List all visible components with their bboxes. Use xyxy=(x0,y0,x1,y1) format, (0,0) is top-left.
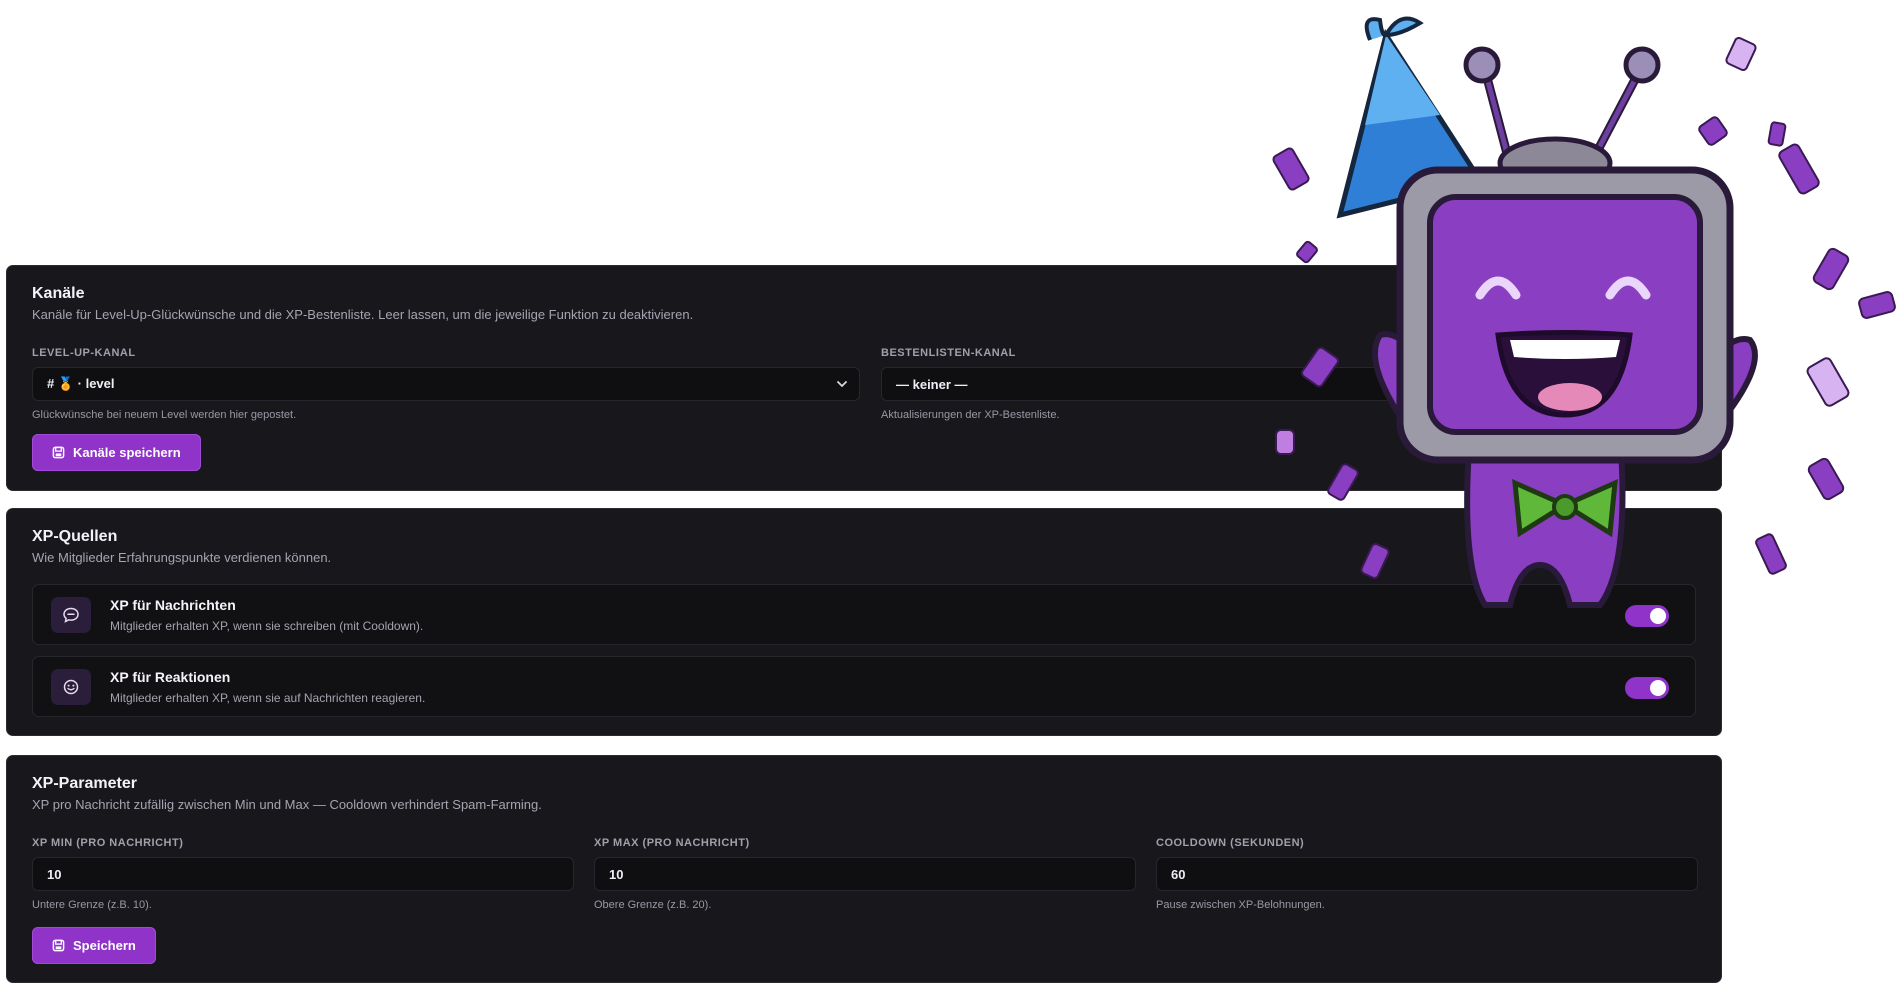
levelup-label: LEVEL-UP-KANAL xyxy=(32,347,136,359)
leaderboard-select-value: — keiner — xyxy=(896,376,968,392)
params-title: XP-Parameter xyxy=(32,775,137,792)
xp-min-input[interactable]: 10 xyxy=(32,857,574,891)
xp-params-card: XP-Parameter XP pro Nachricht zufällig z… xyxy=(6,755,1722,983)
xp-max-label: XP MAX (PRO NACHRICHT) xyxy=(594,837,750,849)
save-channels-button[interactable]: Kanäle speichern xyxy=(32,434,201,471)
cooldown-value: 60 xyxy=(1171,866,1186,882)
smiley-icon xyxy=(51,669,91,705)
levelup-select-value: # 🏅 · level xyxy=(47,376,115,391)
save-params-button[interactable]: Speichern xyxy=(32,927,156,964)
message-bubble-icon xyxy=(51,597,91,633)
xp-max-hint: Obere Grenze (z.B. 20). xyxy=(594,899,712,911)
cooldown-label: COOLDOWN (SEKUNDEN) xyxy=(1156,837,1305,849)
levelup-hint: Glückwünsche bei neuem Level werden hier… xyxy=(32,409,297,421)
xp-max-field: XP MAX (PRO NACHRICHT) 10 Obere Grenze (… xyxy=(594,836,1136,912)
save-icon xyxy=(52,446,65,459)
xp-min-label: XP MIN (PRO NACHRICHT) xyxy=(32,837,184,849)
source-desc-messages: Mitglieder erhalten XP, wenn sie schreib… xyxy=(110,619,424,633)
chevron-down-icon xyxy=(837,381,847,388)
source-title-reactions: XP für Reaktionen xyxy=(110,669,231,685)
cooldown-field: COOLDOWN (SEKUNDEN) 60 Pause zwischen XP… xyxy=(1156,836,1698,912)
cooldown-hint: Pause zwischen XP-Belohnungen. xyxy=(1156,899,1325,911)
xp-min-field: XP MIN (PRO NACHRICHT) 10 Untere Grenze … xyxy=(32,836,574,912)
xp-max-value: 10 xyxy=(609,866,624,882)
save-params-label: Speichern xyxy=(73,938,136,953)
params-description: XP pro Nachricht zufällig zwischen Min u… xyxy=(32,797,542,812)
levelup-channel-select[interactable]: # 🏅 · level xyxy=(32,367,860,401)
cooldown-input[interactable]: 60 xyxy=(1156,857,1698,891)
levelup-field: LEVEL-UP-KANAL # 🏅 · level Glückwünsche … xyxy=(32,346,860,422)
source-title-messages: XP für Nachrichten xyxy=(110,597,236,613)
save-channels-label: Kanäle speichern xyxy=(73,445,181,460)
xp-max-input[interactable]: 10 xyxy=(594,857,1136,891)
xp-min-hint: Untere Grenze (z.B. 10). xyxy=(32,899,152,911)
party-tv-robot-mascot xyxy=(1272,16,1896,608)
save-icon xyxy=(52,939,65,952)
xp-min-value: 10 xyxy=(47,866,62,882)
source-desc-reactions: Mitglieder erhalten XP, wenn sie auf Nac… xyxy=(110,691,426,705)
